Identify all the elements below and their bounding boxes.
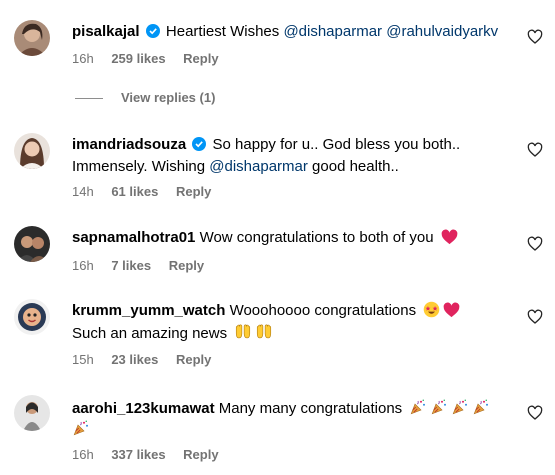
- username[interactable]: imandriadsouza: [72, 136, 186, 153]
- likes-count[interactable]: 61 likes: [111, 184, 158, 199]
- verified-badge-icon: [192, 137, 207, 157]
- mention-link[interactable]: @rahulvaidyarkv: [386, 23, 498, 40]
- likes-count[interactable]: 23 likes: [111, 352, 158, 367]
- comment-meta: 16h 337 likes Reply: [72, 447, 233, 463]
- verified-badge-icon: [145, 24, 160, 44]
- comment-text-line: krumm_yumm_watch Wooohoooo congratulatio…: [72, 301, 460, 324]
- comment-meta: 16h 259 likes Reply: [72, 51, 233, 67]
- avatar[interactable]: [14, 133, 50, 169]
- star-struck-face-icon: [423, 301, 440, 324]
- likes-count[interactable]: 7 likes: [111, 258, 151, 273]
- avatar[interactable]: [14, 299, 50, 335]
- comment-text-line: aarohi_123kumawat Many many congratulati…: [72, 398, 490, 422]
- reply-button[interactable]: Reply: [183, 447, 218, 462]
- raising-hands-icon: [234, 323, 252, 347]
- heart-outline-icon[interactable]: [527, 405, 543, 421]
- timestamp[interactable]: 15h: [72, 352, 94, 367]
- party-popper-icon: [472, 398, 490, 422]
- heart-outline-icon[interactable]: [527, 309, 543, 325]
- comment-text: good health..: [307, 158, 399, 175]
- username[interactable]: aarohi_123kumawat: [72, 400, 215, 417]
- reply-button[interactable]: Reply: [176, 184, 211, 199]
- comment-text-line-2: Immensely. Wishing @dishaparmar good hea…: [72, 157, 399, 177]
- timestamp[interactable]: 16h: [72, 447, 94, 462]
- party-popper-icon: [451, 398, 469, 422]
- username[interactable]: pisalkajal: [72, 23, 140, 40]
- comment-text: Immensely. Wishing: [72, 158, 210, 175]
- timestamp[interactable]: 16h: [72, 51, 94, 66]
- comment-meta: 15h 23 likes Reply: [72, 352, 225, 368]
- mention-link[interactable]: @dishaparmar: [283, 23, 382, 40]
- comment-text-line-2: [72, 419, 90, 443]
- heart-outline-icon[interactable]: [527, 142, 543, 158]
- username[interactable]: sapnamalhotra01: [72, 229, 195, 246]
- party-popper-icon: [72, 419, 90, 443]
- comment-text-line: pisalkajal Heartiest Wishes @dishaparmar…: [72, 22, 498, 44]
- likes-count[interactable]: 259 likes: [111, 51, 165, 66]
- comment-text-line: imandriadsouza So happy for u.. God bles…: [72, 135, 460, 157]
- likes-count[interactable]: 337 likes: [111, 447, 165, 462]
- timestamp[interactable]: 14h: [72, 184, 94, 199]
- comment-text: Wooohoooo congratulations: [229, 302, 417, 319]
- party-popper-icon: [409, 398, 427, 422]
- comment-text-line-2: Such an amazing news: [72, 323, 273, 347]
- view-replies-button[interactable]: View replies (1): [75, 90, 215, 106]
- avatar[interactable]: [14, 395, 50, 431]
- heart-outline-icon[interactable]: [527, 29, 543, 45]
- mention-link[interactable]: @dishaparmar: [209, 158, 308, 175]
- red-heart-icon: [441, 229, 458, 251]
- username[interactable]: krumm_yumm_watch: [72, 302, 225, 319]
- view-replies-label: View replies (1): [121, 90, 216, 105]
- divider-line: [75, 98, 103, 100]
- raising-hands-icon: [255, 323, 273, 347]
- reply-button[interactable]: Reply: [169, 258, 204, 273]
- reply-button[interactable]: Reply: [183, 51, 218, 66]
- comment-text: Many many congratulations: [218, 400, 403, 417]
- comment-meta: 16h 7 likes Reply: [72, 258, 218, 274]
- comment-text-line: sapnamalhotra01 Wow congratulations to b…: [72, 228, 458, 251]
- avatar[interactable]: [14, 20, 50, 56]
- avatar[interactable]: [14, 226, 50, 262]
- comment-text: Heartiest Wishes: [165, 23, 284, 40]
- reply-button[interactable]: Reply: [176, 352, 211, 367]
- comment-text: Wow congratulations to both of you: [199, 229, 434, 246]
- heart-outline-icon[interactable]: [527, 236, 543, 252]
- comment-meta: 14h 61 likes Reply: [72, 184, 225, 200]
- comment-text: So happy for u.. God bless you both..: [212, 136, 461, 153]
- party-popper-icon: [430, 398, 448, 422]
- timestamp[interactable]: 16h: [72, 258, 94, 273]
- comment-text: Such an amazing news: [72, 325, 228, 342]
- red-heart-icon: [443, 302, 460, 324]
